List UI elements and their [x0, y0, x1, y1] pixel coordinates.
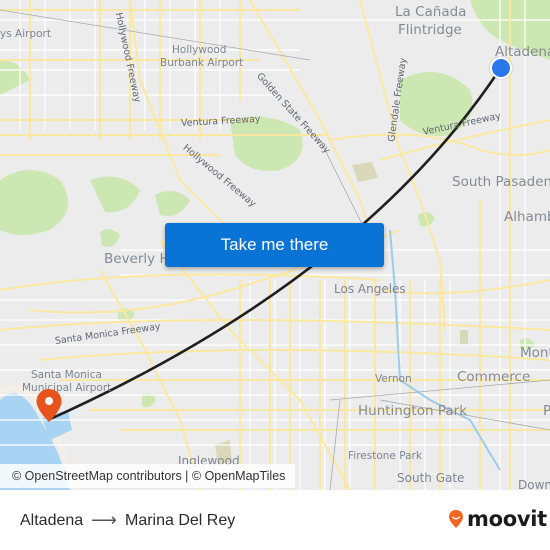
- place-label: South Gate: [397, 471, 465, 485]
- place-label: Commerce: [457, 369, 531, 385]
- la-river: [389, 229, 501, 471]
- place-label: Monterey Park: [520, 345, 550, 361]
- moovit-logo[interactable]: moovit: [448, 507, 547, 531]
- place-label: Alhambra: [504, 209, 550, 225]
- place-label: Pico Rivera: [543, 403, 550, 419]
- place-label: Downey: [518, 478, 550, 490]
- place-label: Flintridge: [398, 22, 462, 38]
- place-label: Firestone Park: [348, 450, 422, 462]
- place-label: Burbank Airport: [160, 57, 244, 69]
- place-label: Santa Monica: [31, 369, 102, 381]
- place-label: Vernon: [375, 373, 412, 385]
- place-label: South Pasadena: [452, 174, 550, 190]
- map-view[interactable]: La Cañada Flintridge Altadena Hollywood …: [0, 0, 550, 490]
- place-label: Hollywood: [172, 44, 227, 56]
- route-origin: Altadena: [20, 511, 84, 529]
- place-label: Huntington Park: [358, 403, 468, 419]
- route-destination: Marina Del Rey: [124, 511, 236, 529]
- route-title: Altadena ⟶ Marina Del Rey: [20, 510, 235, 531]
- place-label: La Cañada: [395, 4, 467, 20]
- place-label: ys Airport: [0, 28, 51, 40]
- place-label: Los Angeles: [334, 282, 406, 296]
- arrow-right-icon: ⟶: [91, 510, 117, 530]
- map-attribution[interactable]: © OpenStreetMap contributors | © OpenMap…: [0, 464, 296, 488]
- origin-marker[interactable]: [490, 57, 512, 79]
- destination-pin-icon[interactable]: [35, 388, 63, 424]
- moovit-pin-icon: [449, 510, 463, 528]
- take-me-there-button[interactable]: Take me there: [165, 223, 384, 267]
- brand-name: moovit: [467, 507, 547, 531]
